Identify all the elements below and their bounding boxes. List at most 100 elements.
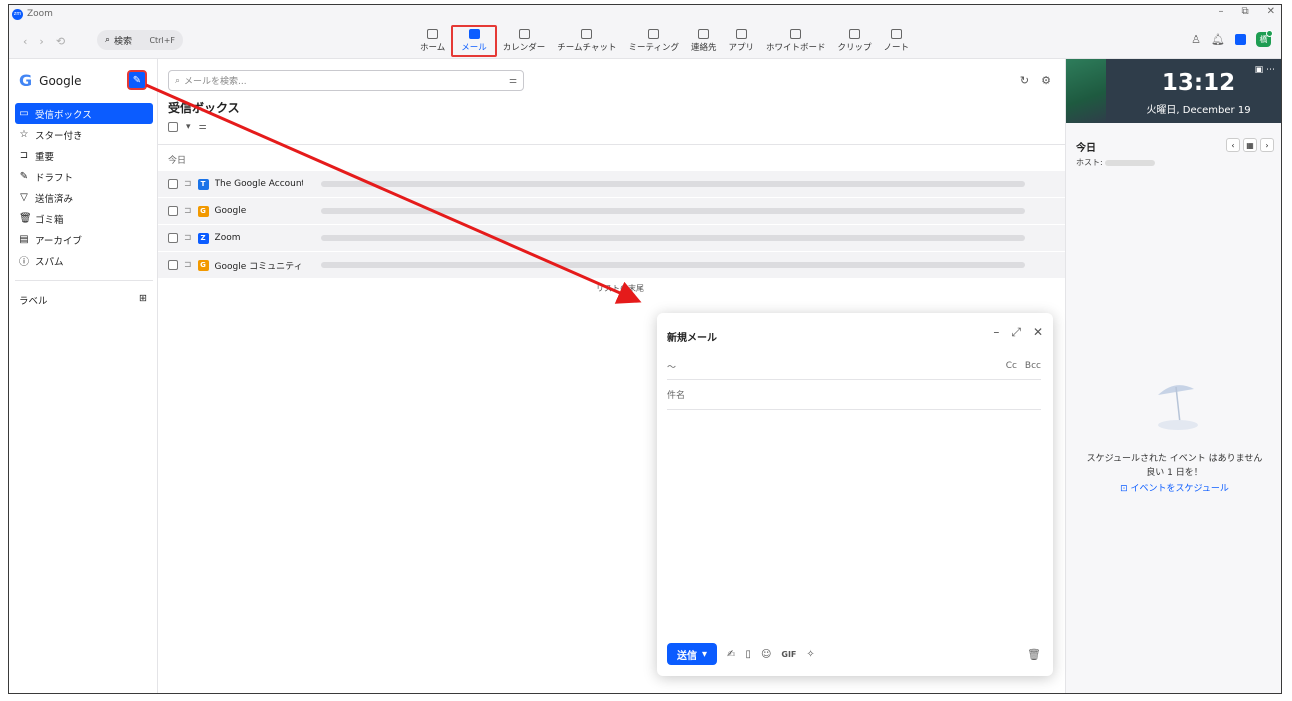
tab-label: クリップ [837, 43, 872, 53]
list-item[interactable]: ⊐ Z Zoom [158, 225, 1065, 252]
mail-actions: ↻ ⚙ [1020, 74, 1051, 87]
to-field[interactable]: ～ Cc Bcc [667, 353, 1041, 380]
bell-icon[interactable]: 🔔︎ [1211, 33, 1225, 46]
subject-field[interactable]: 件名 [667, 380, 1041, 410]
window-controls: – ⧉ ✕ [1218, 6, 1275, 17]
compose-footer: 送信 ▾ ✍ ▯ ☺ GIF ✧ 🗑︎ [667, 643, 1041, 665]
tab-home[interactable]: ホーム [414, 23, 451, 59]
divider [158, 144, 1065, 145]
sidebar-item-drafts[interactable]: ✎ ドラフト [15, 166, 153, 187]
home-icon [427, 29, 439, 39]
notes-icon [890, 29, 902, 39]
important-icon[interactable]: ⊐ [184, 179, 192, 189]
panel-toggle-icon[interactable] [1235, 34, 1246, 45]
tab-notes[interactable]: ノート [878, 23, 916, 59]
global-search[interactable]: ⌕ 検索 Ctrl+F [97, 30, 183, 50]
important-icon[interactable]: ⊐ [184, 233, 192, 243]
google-logo-icon: G [19, 71, 33, 90]
expand-icon[interactable]: ⤢ [1011, 325, 1021, 340]
tab-apps[interactable]: アプリ [722, 23, 760, 59]
forward-icon[interactable]: › [39, 35, 43, 48]
folder-list: ▭ 受信ボックス ☆ スター付き ⊐ 重要 ✎ ドラフト ▽ 送信済み 🗑 ゴミ箱 ▤ アーカ… [15, 103, 153, 271]
tab-clips[interactable]: クリップ [832, 23, 878, 59]
subject-placeholder: 件名 [667, 391, 686, 401]
history-icon[interactable]: ⟲ [56, 35, 65, 48]
folder-label: 重要 [35, 151, 55, 163]
back-icon[interactable]: ‹ [23, 35, 27, 48]
beach-umbrella-icon [1158, 385, 1198, 430]
mail-rows: ⊐ T The Google Account T... ⊐ G Google ⊐… [158, 171, 1065, 279]
pencil-icon: ✎ [132, 74, 142, 86]
send-button[interactable]: 送信 ▾ [667, 643, 718, 665]
list-item[interactable]: ⊐ T The Google Account T... [158, 171, 1065, 198]
blurred-preview [320, 262, 1025, 268]
sidebar-item-important[interactable]: ⊐ 重要 [15, 145, 153, 166]
chevron-left-icon[interactable]: ‹ [1226, 138, 1240, 152]
attach-file-icon[interactable]: ▯ [745, 649, 751, 660]
sidebar-item-archive[interactable]: ▤ アーカイブ [15, 229, 153, 250]
filter-icon[interactable]: ⚌ [509, 76, 517, 86]
sidebar-item-inbox[interactable]: ▭ 受信ボックス [15, 103, 153, 124]
compose-button[interactable]: ✎ [127, 70, 147, 90]
person-icon[interactable]: ♙ [1191, 33, 1201, 46]
banner-menu-icon[interactable]: ▣ ⋯ [1255, 65, 1275, 75]
format-icon[interactable]: ✍ [727, 649, 735, 660]
labels-header: ラベル ⊞ [19, 293, 147, 307]
gif-icon[interactable]: GIF [781, 650, 796, 659]
important-icon[interactable]: ⊐ [184, 260, 192, 270]
sidebar-item-starred[interactable]: ☆ スター付き [15, 124, 153, 145]
today-label: 今日 [1076, 143, 1096, 154]
discard-icon[interactable]: 🗑︎ [1027, 648, 1041, 661]
important-icon[interactable]: ⊐ [184, 206, 192, 216]
chevron-down-icon[interactable]: ▾ [186, 122, 191, 132]
compose-window-controls: – ⤢ ✕ [993, 325, 1043, 340]
settings-icon[interactable]: ⚙ [1041, 74, 1051, 87]
list-item[interactable]: ⊐ G Google [158, 198, 1065, 225]
star-icon: ☆ [19, 129, 29, 140]
toolbar-right: ♙ 🔔︎ 橋 [1191, 30, 1273, 47]
close-icon[interactable]: ✕ [1267, 6, 1275, 17]
calendar-icon[interactable]: ▦ [1243, 138, 1257, 152]
inbox-icon: ▭ [19, 108, 29, 119]
bcc-toggle[interactable]: Bcc [1025, 361, 1041, 371]
send-label: 送信 [677, 650, 697, 662]
tab-label: 連絡先 [690, 43, 717, 53]
tab-contacts[interactable]: 連絡先 [685, 23, 723, 59]
calendar-nav: ‹ ▦ › [1226, 138, 1274, 152]
restore-icon[interactable]: ⧉ [1241, 6, 1248, 17]
list-item[interactable]: ⊐ G Google コミュニティ チーム [158, 252, 1065, 279]
cc-toggle[interactable]: Cc [1006, 361, 1017, 371]
avatar[interactable]: 橋 [1256, 30, 1273, 47]
ai-sparkle-icon[interactable]: ✧ [806, 649, 814, 660]
sidebar-item-spam[interactable]: ⓘ スパム [15, 250, 153, 271]
folder-label: スター付き [35, 130, 83, 142]
sender-badge: Z [197, 232, 209, 244]
tab-calendar[interactable]: カレンダー [497, 23, 552, 59]
schedule-event-link[interactable]: ⊡ イベントをスケジュール [1066, 481, 1281, 494]
tab-team-chat[interactable]: チームチャット [551, 23, 622, 59]
refresh-icon[interactable]: ↻ [1020, 74, 1029, 87]
minimize-icon[interactable]: – [1218, 6, 1223, 17]
account-name: Google [39, 73, 82, 88]
tab-whiteboard[interactable]: ホワイトボード [760, 23, 832, 59]
sidebar-item-trash[interactable]: 🗑 ゴミ箱 [15, 208, 153, 229]
add-label-icon[interactable]: ⊞ [139, 293, 147, 307]
row-checkbox[interactable] [168, 260, 178, 270]
row-checkbox[interactable] [168, 206, 178, 216]
select-all-checkbox[interactable] [168, 122, 178, 132]
sort-icon[interactable]: ⚌ [199, 122, 207, 132]
row-checkbox[interactable] [168, 179, 178, 189]
chevron-right-icon[interactable]: › [1260, 138, 1274, 152]
mail-search-input[interactable]: ⌕ メールを検索... ⚌ [168, 70, 524, 91]
row-checkbox[interactable] [168, 233, 178, 243]
emoji-icon[interactable]: ☺ [761, 649, 771, 660]
mail-icon [468, 29, 480, 39]
compose-dialog: 新規メール – ⤢ ✕ ～ Cc Bcc 件名 送信 ▾ ✍ ▯ ☺ GIF ✧ [657, 313, 1053, 676]
tab-mail[interactable]: メール [451, 25, 497, 57]
zoom-logo-icon: zm [12, 8, 23, 20]
minimize-icon[interactable]: – [993, 325, 999, 340]
sidebar-item-sent[interactable]: ▽ 送信済み [15, 187, 153, 208]
chevron-down-icon[interactable]: ▾ [702, 649, 707, 660]
tab-meetings[interactable]: ミーティング [622, 23, 685, 59]
close-icon[interactable]: ✕ [1033, 325, 1043, 340]
